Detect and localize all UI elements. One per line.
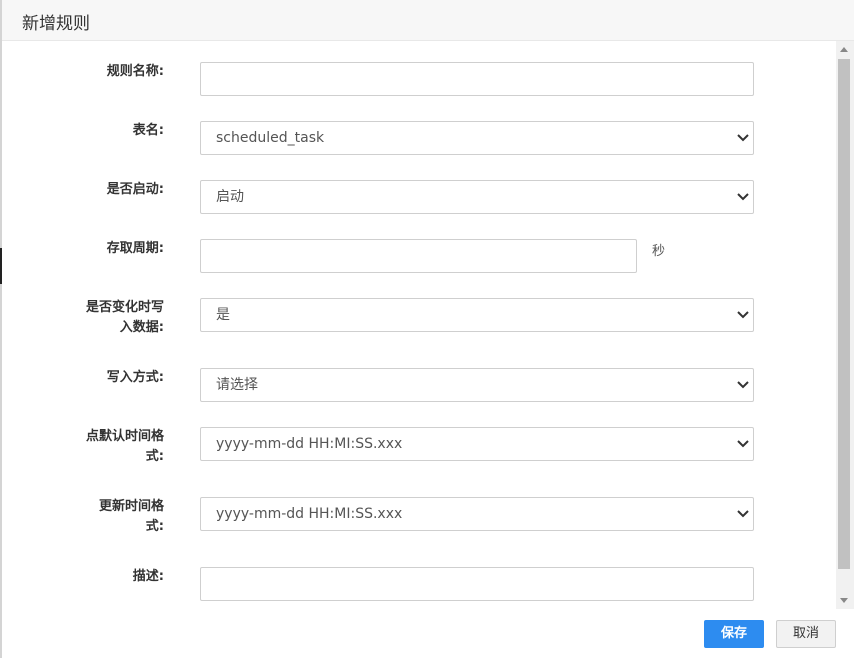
dialog-header: 新增规则 [2,0,854,41]
rule-name-input[interactable] [200,62,754,96]
dialog-scrollbar[interactable] [836,41,854,609]
chevron-down-icon [737,381,749,389]
description-input[interactable] [200,567,754,601]
write-mode-value: 请选择 [216,377,258,393]
point-time-format-label: 点默认时间格 式: [84,427,164,467]
update-time-format-value: yyyy-mm-dd HH:MI:SS.xxx [216,506,403,522]
write-on-change-value: 是 [216,307,230,323]
table-name-label: 表名: [132,123,164,138]
chevron-down-icon [737,134,749,142]
update-time-format-label-line2: 式: [145,519,164,534]
enabled-value: 启动 [216,189,244,205]
access-period-unit: 秒 [652,244,666,259]
add-rule-dialog: 新增规则 规则名称: 表名: scheduled_task 是否启动: 启动 存… [2,0,854,658]
enabled-select[interactable]: 启动 [200,180,754,214]
write-on-change-select[interactable]: 是 [200,298,754,332]
write-on-change-label-line1: 是否变化时写 [85,300,164,315]
point-time-format-label-line2: 式: [145,449,164,464]
scrollbar-thumb[interactable] [838,59,850,569]
write-mode-label: 写入方式: [106,370,164,385]
chevron-down-icon [737,510,749,518]
access-period-label: 存取周期: [106,241,164,256]
point-time-format-label-line1: 点默认时间格 [85,429,164,444]
table-name-select[interactable]: scheduled_task [200,121,754,155]
point-time-format-value: yyyy-mm-dd HH:MI:SS.xxx [216,436,403,452]
write-mode-select[interactable]: 请选择 [200,368,754,402]
scroll-up-arrow-icon[interactable] [840,47,848,52]
cancel-button[interactable]: 取消 [776,620,836,648]
dialog-body: 规则名称: 表名: scheduled_task 是否启动: 启动 存取周期: [2,41,836,609]
description-label: 描述: [132,569,164,584]
point-time-format-select[interactable]: yyyy-mm-dd HH:MI:SS.xxx [200,427,754,461]
access-period-input[interactable] [200,239,637,273]
update-time-format-label-line1: 更新时间格 [98,499,164,514]
rule-name-label: 规则名称: [106,64,164,79]
enabled-label: 是否启动: [106,182,164,197]
write-on-change-label-line2: 入数据: [119,320,164,335]
table-name-value: scheduled_task [216,130,325,146]
scroll-down-arrow-icon[interactable] [840,598,848,603]
write-on-change-label: 是否变化时写 入数据: [84,298,164,338]
save-button[interactable]: 保存 [704,620,764,648]
chevron-down-icon [737,311,749,319]
chevron-down-icon [737,440,749,448]
chevron-down-icon [737,193,749,201]
update-time-format-select[interactable]: yyyy-mm-dd HH:MI:SS.xxx [200,497,754,531]
update-time-format-label: 更新时间格 式: [84,497,164,537]
dialog-title: 新增规则 [22,14,90,34]
